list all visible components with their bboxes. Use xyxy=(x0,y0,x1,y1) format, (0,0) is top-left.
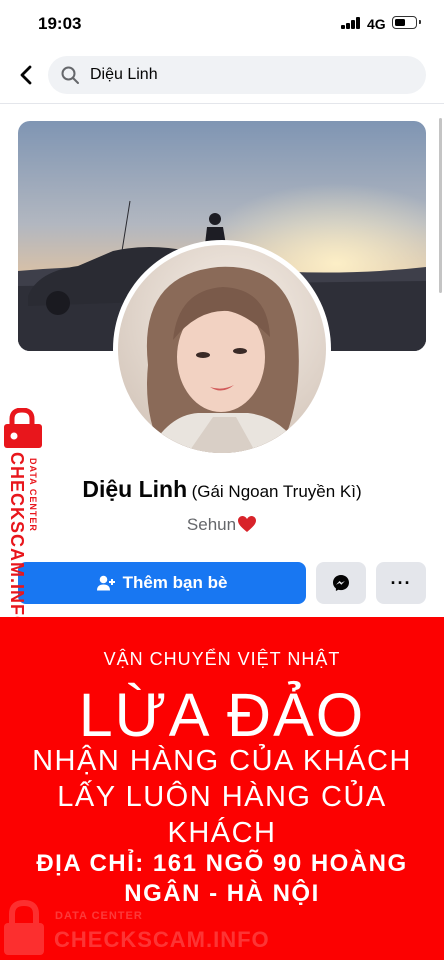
search-input[interactable]: Diệu Linh xyxy=(48,56,426,94)
warning-address: ĐỊA CHỈ: 161 NGÕ 90 HOÀNG NGÂN - HÀ NỘI xyxy=(36,850,408,907)
status-bar: 19:03 4G xyxy=(0,0,444,46)
profile-name: Diệu Linh (Gái Ngoan Truyền Kì) xyxy=(0,476,444,503)
watermark-brand: CHECKSCAM.INFO xyxy=(7,452,27,622)
messenger-button[interactable] xyxy=(316,562,366,604)
watermark-lock-icon xyxy=(4,899,44,955)
scrollbar[interactable] xyxy=(439,118,442,293)
more-options-icon: ··· xyxy=(390,572,412,593)
avatar-image xyxy=(118,245,326,453)
more-options-button[interactable]: ··· xyxy=(376,562,426,604)
avatar[interactable] xyxy=(113,240,331,458)
profile-name-main: Diệu Linh xyxy=(82,476,188,502)
profile-bio-text: Sehun xyxy=(186,515,237,534)
watermark-sub-faint: DATA CENTER xyxy=(55,910,143,922)
header-divider xyxy=(0,103,444,104)
back-button[interactable] xyxy=(14,62,38,88)
status-time: 19:03 xyxy=(38,14,82,33)
profile-bio: Sehun xyxy=(0,515,444,535)
watermark-vertical: CHECKSCAM.INFO DATA CENTER xyxy=(4,452,44,622)
add-friend-button[interactable]: Thêm bạn bè xyxy=(18,562,306,604)
signal-icon xyxy=(341,17,361,29)
profile-alternate-name: (Gái Ngoan Truyền Kì) xyxy=(191,482,362,501)
search-value[interactable]: Diệu Linh xyxy=(90,66,158,84)
warning-company: VẬN CHUYỂN VIỆT NHẬT xyxy=(103,649,341,669)
chevron-left-icon xyxy=(20,65,32,85)
search-icon xyxy=(61,66,79,84)
warning-description: NHẬN HÀNG CỦA KHÁCH LẤY LUÔN HÀNG CỦA KH… xyxy=(32,745,412,849)
lock-icon xyxy=(4,408,42,448)
warning-headline: LỪA ĐẢO xyxy=(78,681,366,749)
watermark-brand-faint: CHECKSCAM.INFO xyxy=(54,927,270,952)
scam-warning-banner: VẬN CHUYỂN VIỆT NHẬT LỪA ĐẢO NHẬN HÀNG C… xyxy=(0,617,444,960)
heart-icon xyxy=(238,516,257,532)
network-label: 4G xyxy=(367,16,386,32)
battery-icon xyxy=(392,16,421,29)
messenger-icon xyxy=(333,575,349,591)
add-friend-icon xyxy=(96,575,115,591)
watermark-sub: DATA CENTER xyxy=(28,458,38,532)
add-friend-label: Thêm bạn bè xyxy=(122,573,228,592)
